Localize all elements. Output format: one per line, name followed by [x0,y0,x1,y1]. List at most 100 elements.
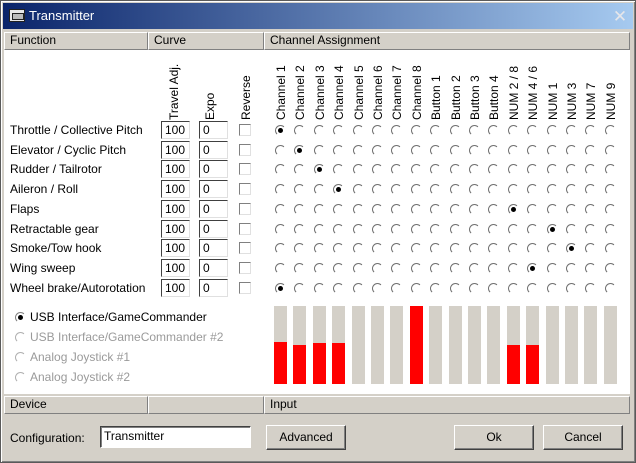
channel-radio[interactable] [547,263,558,274]
channel-radio[interactable] [372,184,383,195]
channel-radio[interactable] [391,164,402,175]
channel-radio[interactable] [585,283,596,294]
channel-radio[interactable] [372,224,383,235]
channel-radio[interactable] [450,204,461,215]
channel-radio[interactable] [585,125,596,136]
channel-radio[interactable] [353,125,364,136]
channel-radio[interactable] [508,204,519,215]
expo-input[interactable]: 0 [199,239,228,257]
channel-radio[interactable] [547,224,558,235]
channel-radio[interactable] [527,224,538,235]
channel-radio[interactable] [333,243,344,254]
channel-radio[interactable] [333,164,344,175]
channel-radio[interactable] [527,184,538,195]
channel-radio[interactable] [430,125,441,136]
channel-radio[interactable] [488,204,499,215]
channel-radio[interactable] [585,145,596,156]
channel-radio[interactable] [275,243,286,254]
channel-radio[interactable] [411,283,422,294]
channel-radio[interactable] [314,224,325,235]
channel-radio[interactable] [585,224,596,235]
channel-radio[interactable] [275,263,286,274]
device-radio[interactable] [15,372,26,383]
travel-adj-input[interactable]: 100 [161,200,190,218]
channel-radio[interactable] [585,184,596,195]
channel-radio[interactable] [547,164,558,175]
channel-radio[interactable] [547,204,558,215]
channel-radio[interactable] [353,164,364,175]
channel-radio[interactable] [450,283,461,294]
channel-radio[interactable] [411,184,422,195]
channel-radio[interactable] [488,125,499,136]
channel-radio[interactable] [566,224,577,235]
channel-radio[interactable] [333,283,344,294]
channel-radio[interactable] [372,263,383,274]
device-radio[interactable] [15,312,26,323]
channel-radio[interactable] [314,145,325,156]
channel-radio[interactable] [430,283,441,294]
travel-adj-input[interactable]: 100 [161,220,190,238]
reverse-checkbox[interactable] [239,183,251,195]
channel-radio[interactable] [294,184,305,195]
channel-radio[interactable] [333,184,344,195]
channel-radio[interactable] [314,184,325,195]
channel-radio[interactable] [488,224,499,235]
reverse-checkbox[interactable] [239,163,251,175]
channel-radio[interactable] [391,184,402,195]
channel-radio[interactable] [566,283,577,294]
channel-radio[interactable] [372,145,383,156]
channel-radio[interactable] [469,243,480,254]
channel-radio[interactable] [450,263,461,274]
channel-radio[interactable] [566,243,577,254]
channel-radio[interactable] [411,243,422,254]
channel-radio[interactable] [527,125,538,136]
channel-radio[interactable] [275,164,286,175]
channel-radio[interactable] [527,283,538,294]
channel-radio[interactable] [391,283,402,294]
channel-radio[interactable] [605,263,616,274]
channel-radio[interactable] [391,224,402,235]
channel-radio[interactable] [488,164,499,175]
channel-radio[interactable] [430,204,441,215]
channel-radio[interactable] [333,204,344,215]
channel-radio[interactable] [372,164,383,175]
reverse-checkbox[interactable] [239,203,251,215]
channel-radio[interactable] [294,125,305,136]
channel-radio[interactable] [391,243,402,254]
channel-radio[interactable] [469,263,480,274]
channel-radio[interactable] [547,283,558,294]
channel-radio[interactable] [294,243,305,254]
channel-radio[interactable] [469,125,480,136]
channel-radio[interactable] [450,125,461,136]
channel-radio[interactable] [566,263,577,274]
channel-radio[interactable] [566,145,577,156]
channel-radio[interactable] [353,243,364,254]
channel-radio[interactable] [353,283,364,294]
channel-radio[interactable] [488,283,499,294]
title-bar[interactable]: Transmitter ✕ [3,3,633,29]
channel-radio[interactable] [585,243,596,254]
channel-radio[interactable] [314,204,325,215]
channel-radio[interactable] [469,164,480,175]
channel-radio[interactable] [450,145,461,156]
expo-input[interactable]: 0 [199,200,228,218]
channel-radio[interactable] [605,184,616,195]
channel-radio[interactable] [566,125,577,136]
reverse-checkbox[interactable] [239,282,251,294]
channel-radio[interactable] [353,224,364,235]
channel-radio[interactable] [372,243,383,254]
channel-radio[interactable] [605,283,616,294]
channel-radio[interactable] [469,184,480,195]
channel-radio[interactable] [314,283,325,294]
channel-radio[interactable] [450,164,461,175]
expo-input[interactable]: 0 [199,121,228,139]
channel-radio[interactable] [391,145,402,156]
channel-radio[interactable] [488,184,499,195]
channel-radio[interactable] [508,184,519,195]
travel-adj-input[interactable]: 100 [161,160,190,178]
travel-adj-input[interactable]: 100 [161,141,190,159]
channel-radio[interactable] [353,184,364,195]
channel-radio[interactable] [585,204,596,215]
reverse-checkbox[interactable] [239,144,251,156]
channel-radio[interactable] [605,125,616,136]
